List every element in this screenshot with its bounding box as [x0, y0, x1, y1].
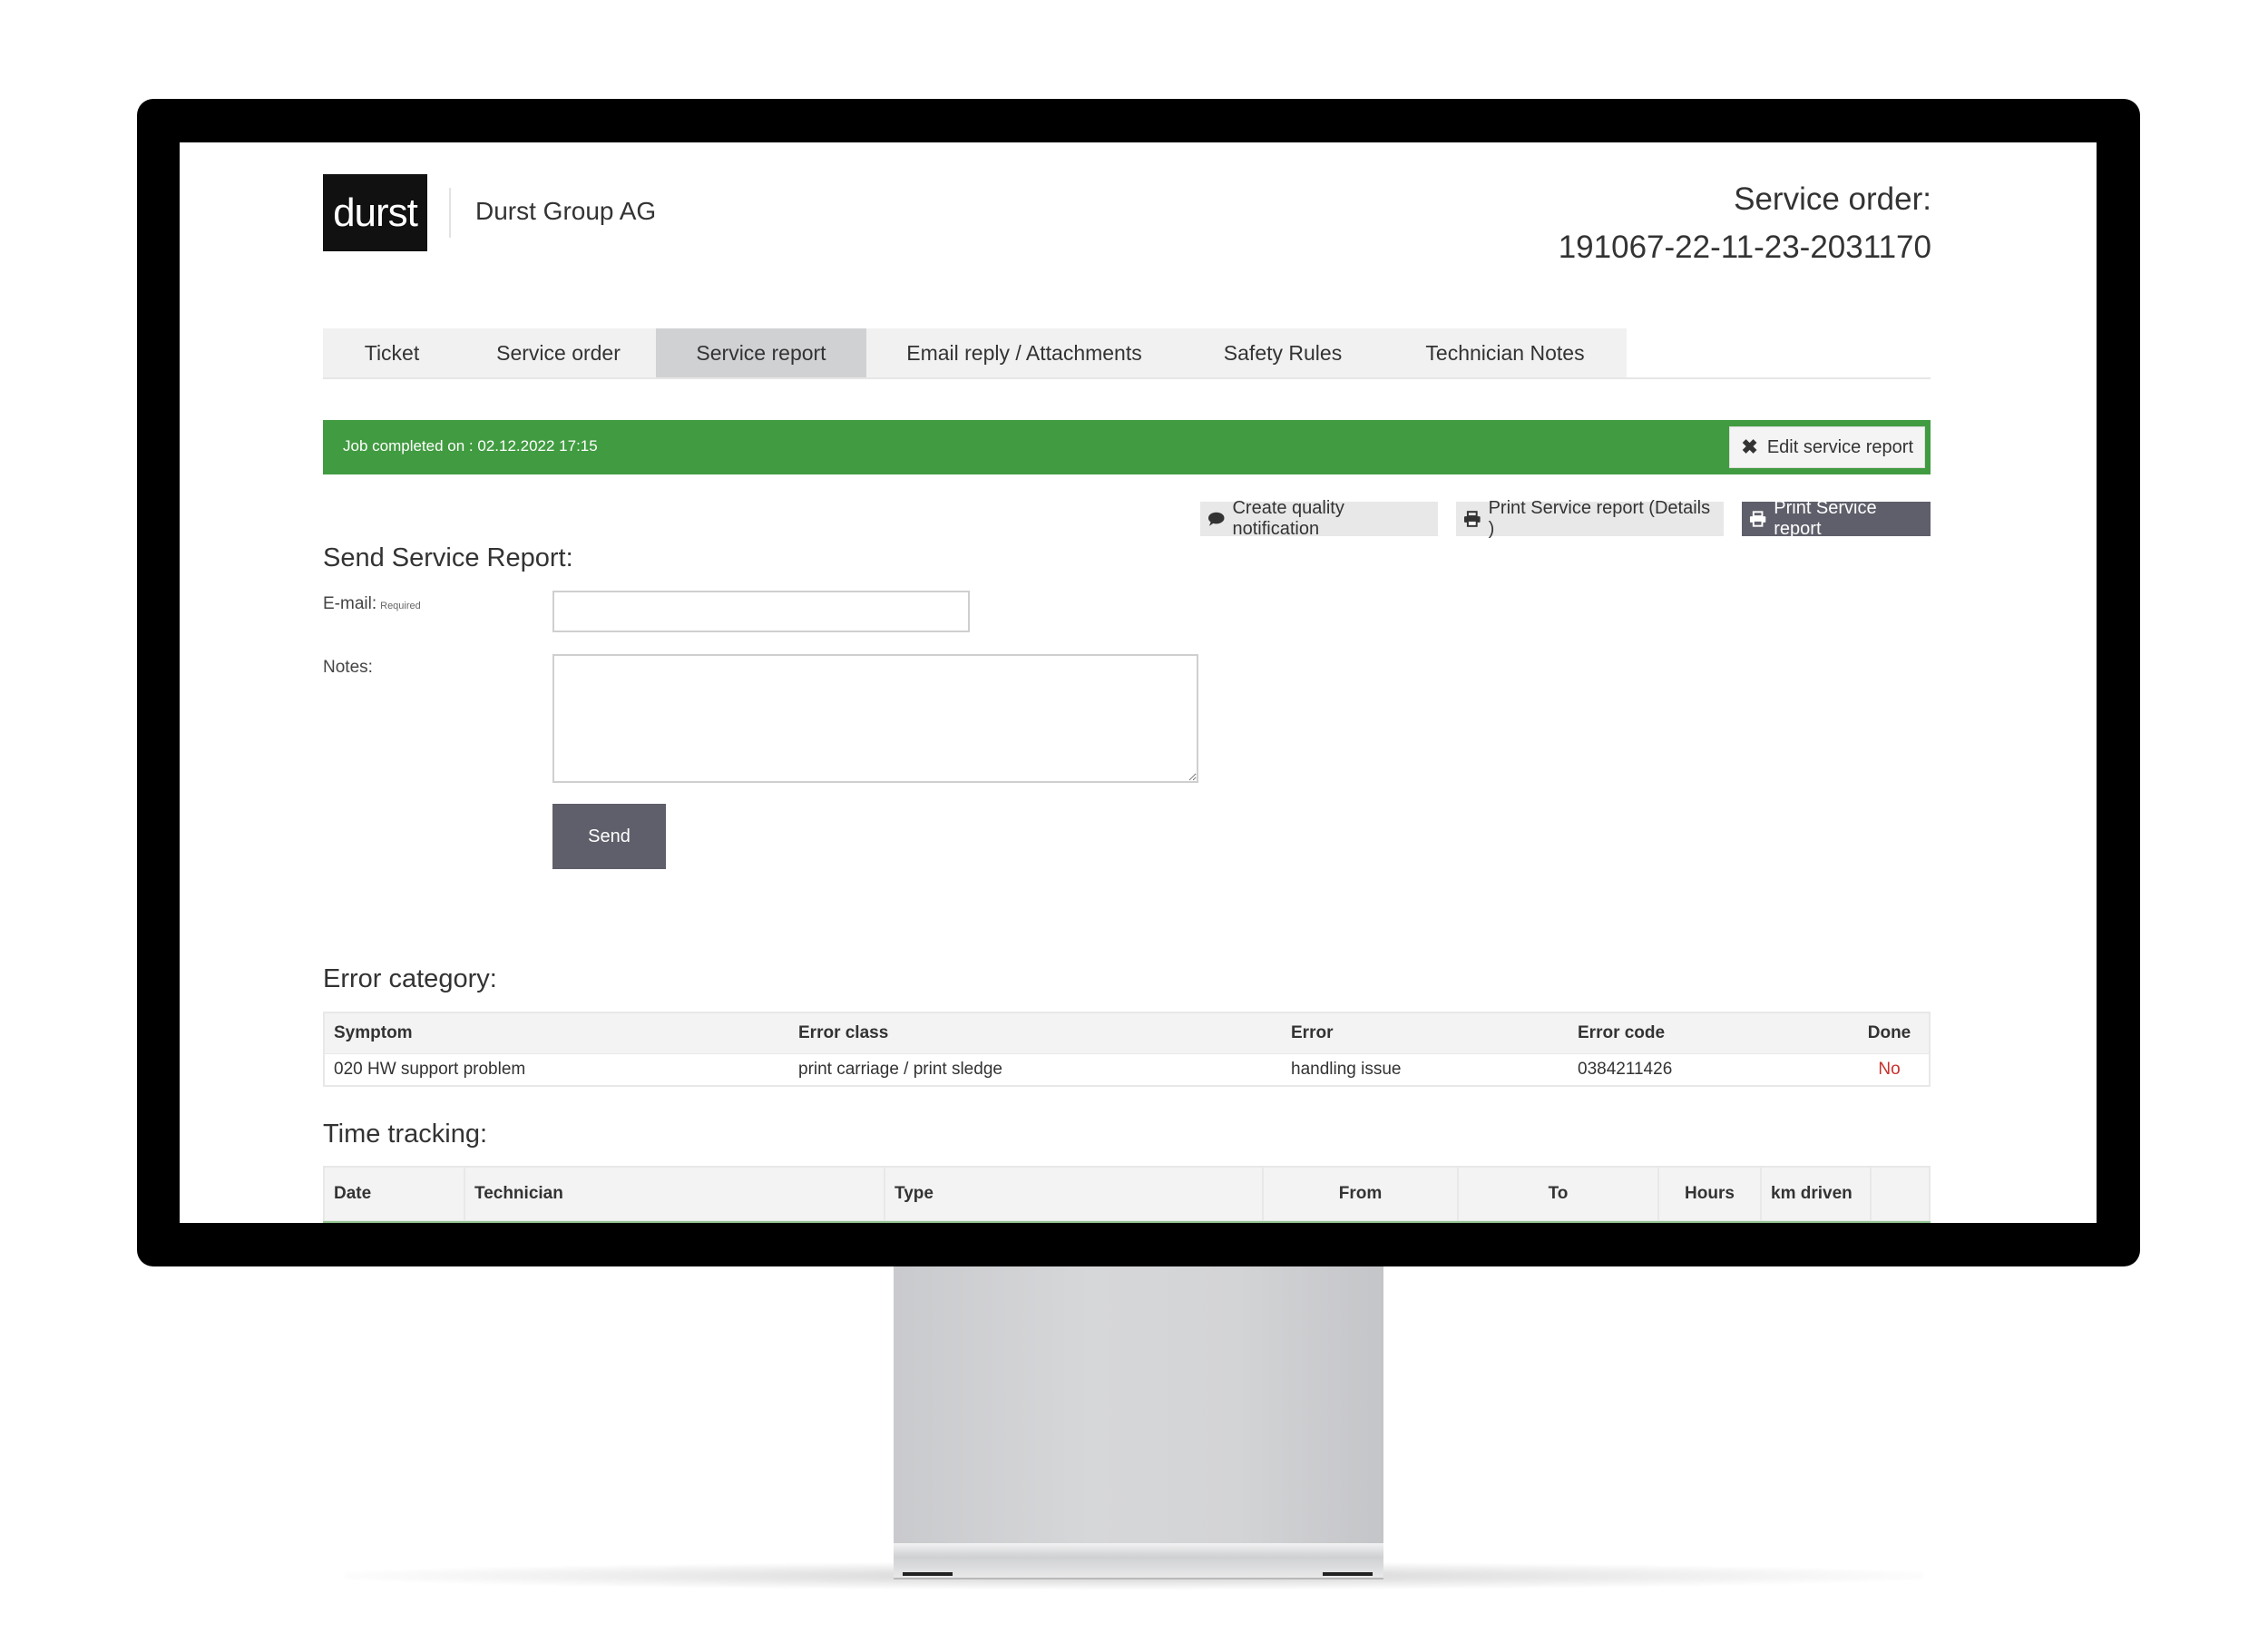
job-status-bar: Job completed on : 02.12.2022 17:15 ✖ Ed…	[323, 420, 1931, 474]
job-completed-text: Job completed on : 02.12.2022 17:15	[343, 437, 598, 455]
column-header: Technician	[464, 1167, 885, 1221]
column-header: Done	[1850, 1012, 1930, 1054]
column-header: From	[1263, 1167, 1459, 1221]
tab-service-report[interactable]: Service report	[656, 328, 866, 377]
column-header: Symptom	[324, 1012, 789, 1054]
service-order-number: 191067-22-11-23-2031170	[1558, 230, 1931, 265]
printer-icon	[1749, 511, 1766, 527]
error-code-cell: 0384211426	[1569, 1053, 1850, 1086]
email-label: E-mail: Required	[323, 594, 421, 614]
send-button[interactable]: Send	[552, 804, 666, 869]
error-class-cell: print carriage / print sledge	[789, 1053, 1282, 1086]
print-service-report-label: Print Service report	[1774, 498, 1877, 539]
notes-label: Notes:	[323, 658, 373, 677]
create-quality-notification-label: Create quality notification	[1232, 498, 1344, 539]
monitor-stand-base	[894, 1543, 1383, 1579]
screen: durst Durst Group AG Service order: 1910…	[180, 142, 2097, 1223]
edit-service-report-button[interactable]: ✖ Edit service report	[1729, 426, 1925, 468]
create-quality-notification-button[interactable]: Create quality notification	[1200, 498, 1438, 539]
print-service-report-details-button[interactable]: Print Service report (Details )	[1456, 498, 1724, 539]
table-row: 020 HW support problem print carriage / …	[324, 1053, 1930, 1086]
print-service-report-button[interactable]: Print Service report	[1742, 498, 1931, 539]
print-service-report-details-label: Print Service report (Details )	[1488, 498, 1711, 539]
column-header: To	[1458, 1167, 1659, 1221]
tab-ticket[interactable]: Ticket	[323, 328, 461, 377]
error-category-title: Error category:	[323, 964, 497, 993]
email-label-text: E-mail:	[323, 594, 377, 613]
column-header: Error code	[1569, 1012, 1850, 1054]
symptom-cell: 020 HW support problem	[324, 1053, 789, 1086]
required-hint: Required	[380, 601, 421, 611]
table-header-row: Symptom Error class Error Error code Don…	[324, 1012, 1930, 1054]
error-category-table: Symptom Error class Error Error code Don…	[323, 1012, 1931, 1087]
email-field[interactable]	[552, 591, 970, 632]
error-cell: handling issue	[1282, 1053, 1569, 1086]
monitor-stand	[894, 1266, 1383, 1543]
header-divider	[449, 188, 451, 238]
notes-field[interactable]	[552, 654, 1198, 783]
table-row-highlight	[323, 1221, 1931, 1223]
time-tracking-table: Date Technician Type From To Hours km dr…	[323, 1166, 1931, 1222]
tab-email-reply-attachments[interactable]: Email reply / Attachments	[866, 328, 1182, 377]
column-header: Date	[324, 1167, 465, 1221]
column-header: Hours	[1658, 1167, 1762, 1221]
done-cell: No	[1850, 1053, 1930, 1086]
time-tracking-title: Time tracking:	[323, 1120, 488, 1149]
tab-service-order[interactable]: Service order	[461, 328, 656, 377]
tab-bar: Ticket Service order Service report Emai…	[323, 328, 1931, 379]
tab-technician-notes[interactable]: Technician Notes	[1383, 328, 1627, 377]
column-header	[1871, 1167, 1930, 1221]
durst-logo: durst	[323, 174, 427, 251]
column-header: Error class	[789, 1012, 1282, 1054]
column-header: Error	[1282, 1012, 1569, 1054]
company-name: Durst Group AG	[475, 197, 657, 225]
tab-safety-rules[interactable]: Safety Rules	[1182, 328, 1383, 377]
monitor-foot	[1323, 1572, 1373, 1576]
service-order-label: Service order:	[1734, 181, 1931, 217]
comment-icon	[1207, 512, 1225, 526]
send-service-report-title: Send Service Report:	[323, 543, 573, 572]
column-header: km driven	[1761, 1167, 1872, 1221]
edit-service-report-label: Edit service report	[1766, 436, 1913, 457]
printer-icon	[1463, 511, 1481, 527]
column-header: Type	[885, 1167, 1264, 1221]
close-icon: ✖	[1741, 435, 1758, 458]
table-header-row: Date Technician Type From To Hours km dr…	[324, 1167, 1930, 1221]
monitor-foot	[903, 1572, 953, 1576]
